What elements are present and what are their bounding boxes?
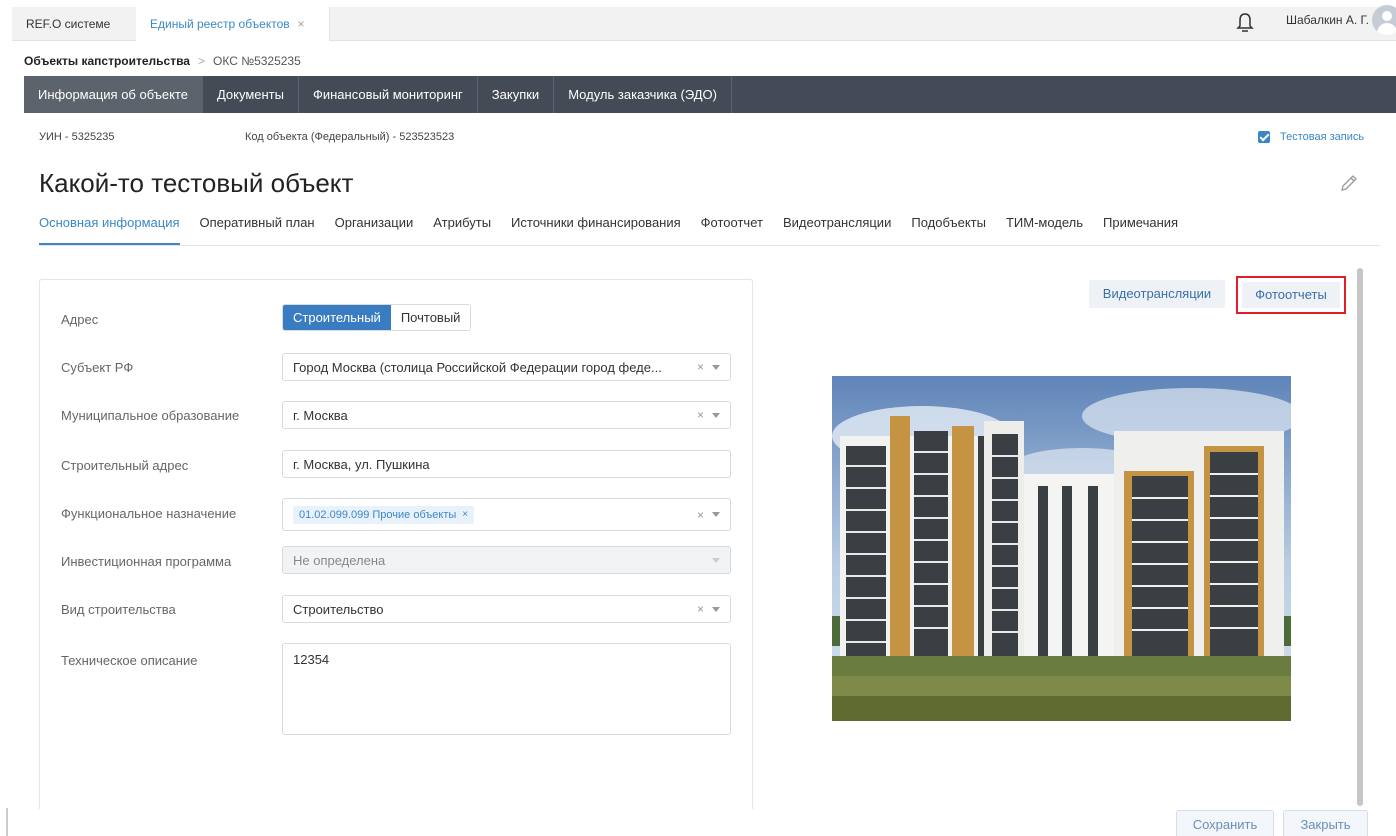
test-record-checkbox[interactable]: Тестовая запись bbox=[1258, 131, 1364, 143]
address-label: Адрес bbox=[61, 312, 99, 327]
checkbox-checked-icon[interactable] bbox=[1258, 131, 1270, 143]
build-type-label: Вид строительства bbox=[61, 602, 176, 617]
chip-remove-icon[interactable]: × bbox=[462, 509, 468, 520]
tab-attributes[interactable]: Атрибуты bbox=[433, 215, 491, 245]
build-address-value: г. Москва, ул. Пушкина bbox=[293, 456, 430, 472]
federal-code-text: Код объекта (Федеральный) - 523523523 bbox=[245, 131, 455, 143]
building-photo bbox=[832, 376, 1291, 721]
bell-icon[interactable] bbox=[1236, 12, 1254, 34]
functional-chip-label: 01.02.099.099 Прочие объекты bbox=[299, 508, 457, 521]
app-tab-bar: REF.O системе Единый реестр объектов × Ша… bbox=[0, 0, 1396, 42]
test-record-label: Тестовая запись bbox=[1280, 131, 1365, 143]
page-title: Какой-то тестовый объект bbox=[39, 168, 354, 198]
tab-subobjects[interactable]: Подобъекты bbox=[911, 215, 986, 245]
tab-bim-model[interactable]: ТИМ-модель bbox=[1006, 215, 1083, 245]
tech-desc-label: Техническое описание bbox=[61, 653, 198, 668]
nav-financial-monitoring[interactable]: Финансовый мониторинг bbox=[299, 76, 478, 113]
build-address-label: Строительный адрес bbox=[61, 458, 189, 473]
breadcrumb-root[interactable]: Объекты капстроительства bbox=[24, 54, 190, 68]
chevron-down-icon bbox=[712, 557, 720, 563]
clear-icon[interactable]: × bbox=[697, 602, 704, 616]
build-address-input[interactable]: г. Москва, ул. Пушкина bbox=[282, 450, 731, 478]
tab-funding-sources[interactable]: Источники финансирования bbox=[511, 215, 681, 245]
photo-reports-button-highlight: Фотоотчеты bbox=[1236, 276, 1346, 314]
tech-desc-textarea[interactable]: 12354 bbox=[282, 643, 731, 735]
pencil-icon[interactable] bbox=[1338, 172, 1360, 194]
tab-video-streams[interactable]: Видеотрансляции bbox=[783, 215, 891, 245]
nav-documents[interactable]: Документы bbox=[203, 76, 299, 113]
invest-label: Инвестиционная программа bbox=[61, 554, 232, 569]
invest-select: Не определена bbox=[282, 546, 731, 574]
address-type-toggle: Строительный Почтовый bbox=[282, 304, 472, 331]
chevron-down-icon[interactable] bbox=[712, 512, 720, 517]
video-streams-button[interactable]: Видеотрансляции bbox=[1089, 280, 1225, 308]
tab-notes[interactable]: Примечания bbox=[1103, 215, 1178, 245]
app-tab-registry[interactable]: Единый реестр объектов × bbox=[136, 7, 330, 41]
tab-photo-report[interactable]: Фотоотчет bbox=[701, 215, 763, 245]
avatar[interactable] bbox=[1372, 5, 1396, 35]
nav-object-info[interactable]: Информация об объекте bbox=[24, 76, 203, 113]
functional-label: Функциональное назначение bbox=[61, 506, 237, 521]
breadcrumb-separator: > bbox=[197, 54, 205, 68]
clear-icon[interactable]: × bbox=[697, 508, 704, 522]
save-button[interactable]: Сохранить bbox=[1176, 810, 1274, 836]
build-type-value: Строительство bbox=[293, 601, 384, 617]
sub-tabs: Основная информация Оперативный план Орг… bbox=[39, 215, 1380, 246]
tab-organizations[interactable]: Организации bbox=[335, 215, 414, 245]
invest-value: Не определена bbox=[293, 552, 386, 568]
breadcrumb-current: ОКС №5325235 bbox=[213, 54, 301, 68]
close-button[interactable]: Закрыть bbox=[1283, 810, 1368, 836]
chevron-down-icon[interactable] bbox=[712, 364, 720, 370]
subject-label: Субъект РФ bbox=[61, 360, 134, 375]
nav-customer-module[interactable]: Модуль заказчика (ЭДО) bbox=[554, 76, 732, 113]
functional-select[interactable]: 01.02.099.099 Прочие объекты × × bbox=[282, 498, 731, 531]
tab-main-info[interactable]: Основная информация bbox=[39, 215, 180, 245]
subject-select[interactable]: Город Москва (столица Российской Федерац… bbox=[282, 353, 731, 381]
divider bbox=[6, 808, 8, 836]
chevron-down-icon[interactable] bbox=[712, 412, 720, 418]
nav-purchases[interactable]: Закупки bbox=[478, 76, 555, 113]
breadcrumb: Объекты капстроительства > ОКС №5325235 bbox=[24, 50, 301, 72]
clear-icon[interactable]: × bbox=[697, 360, 704, 374]
subject-value: Город Москва (столица Российской Федерац… bbox=[293, 359, 662, 375]
municipal-label: Муниципальное образование bbox=[61, 408, 240, 423]
scrollbar-thumb[interactable] bbox=[1357, 268, 1363, 806]
municipal-select[interactable]: г. Москва × bbox=[282, 401, 731, 429]
address-option-construction[interactable]: Строительный bbox=[283, 305, 391, 330]
clear-icon[interactable]: × bbox=[697, 408, 704, 422]
tab-operational-plan[interactable]: Оперативный план bbox=[200, 215, 315, 245]
close-icon[interactable]: × bbox=[298, 17, 305, 31]
address-option-postal[interactable]: Почтовый bbox=[390, 305, 471, 330]
user-name[interactable]: Шабалкин А. Г. bbox=[1286, 13, 1369, 27]
uin-text: УИН - 5325235 bbox=[39, 131, 115, 143]
build-type-select[interactable]: Строительство × bbox=[282, 595, 731, 623]
main-nav: Информация об объекте Документы Финансов… bbox=[24, 76, 1396, 113]
app-tab-registry-label: Единый реестр объектов bbox=[150, 17, 290, 31]
app-tab-about[interactable]: REF.O системе bbox=[12, 7, 136, 41]
photo-reports-button[interactable]: Фотоотчеты bbox=[1242, 282, 1340, 308]
municipal-value: г. Москва bbox=[293, 407, 348, 423]
functional-chip[interactable]: 01.02.099.099 Прочие объекты × bbox=[293, 505, 475, 524]
chevron-down-icon[interactable] bbox=[712, 606, 720, 612]
